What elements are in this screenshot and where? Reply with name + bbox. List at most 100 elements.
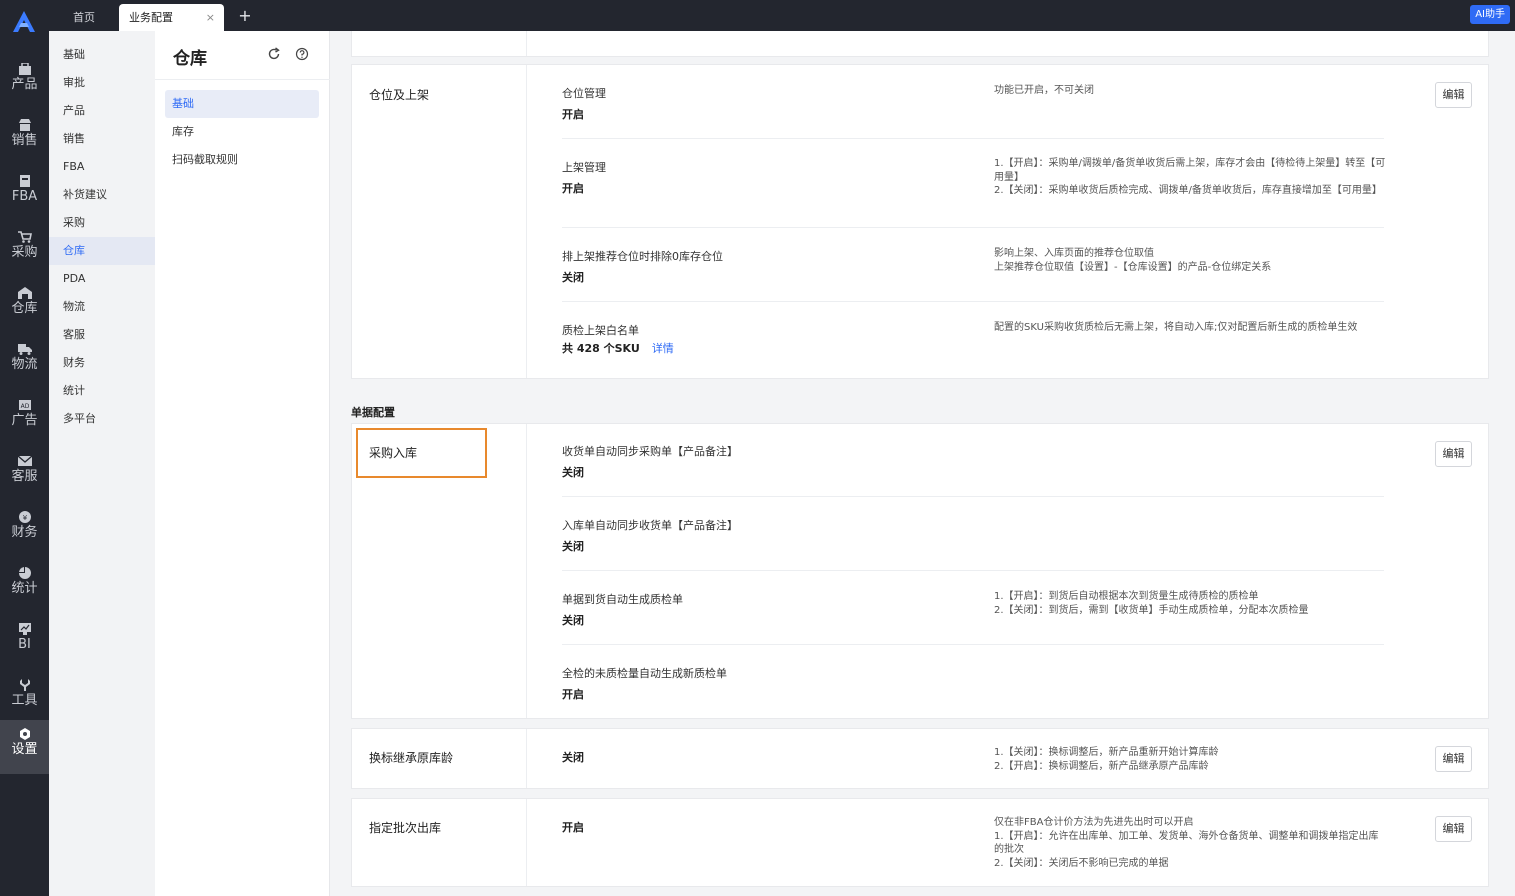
setting-title: 上架管理: [562, 161, 606, 174]
rail-item-bi[interactable]: BI: [0, 615, 49, 669]
setting-description: 1.【开启】：采购单/调拨单/备货单收货后需上架，库存才会由【待检待上架量】转至…: [994, 157, 1386, 198]
subnav-item-basic[interactable]: 基础: [165, 90, 319, 118]
card-left-column: [352, 799, 527, 886]
close-icon[interactable]: ×: [206, 4, 215, 31]
nav2-item-service[interactable]: 客服: [49, 321, 155, 349]
rail-label: 财务: [11, 525, 38, 540]
rail-item-logistics[interactable]: 物流: [0, 335, 49, 389]
card-left-column: [352, 31, 527, 56]
rail-label: 仓库: [11, 301, 38, 316]
edit-button[interactable]: 编辑: [1435, 82, 1472, 108]
rail-label: 产品: [11, 77, 38, 92]
setting-title: 收货单自动同步采购单【产品备注】: [562, 445, 738, 458]
setting-title: 单据到货自动生成质检单: [562, 593, 683, 606]
setting-description: 配置的SKU采购收货质检后无需上架，将自动入库;仅对配置后新生成的质检单生效: [994, 321, 1386, 335]
setting-title: 质检上架白名单: [562, 324, 639, 337]
rail-item-purchase[interactable]: 采购: [0, 223, 49, 277]
edit-button[interactable]: 编辑: [1435, 816, 1472, 842]
divider: [155, 79, 330, 80]
subnav-item-inventory[interactable]: 库存: [165, 118, 319, 146]
desc-line: 仅在非FBA仓计价方法为先进先出时可以开启: [994, 817, 1194, 828]
rail-item-product[interactable]: 产品: [0, 55, 49, 109]
desc-line: 影响上架、入库页面的推荐仓位取值: [994, 248, 1154, 259]
ad-icon: AD: [18, 400, 31, 410]
rail-item-ads[interactable]: AD 广告: [0, 391, 49, 445]
desc-line: 配置的SKU采购收货质检后无需上架，将自动入库;仅对配置后新生成的质检单生效: [994, 322, 1358, 333]
finance-icon: ¥: [18, 511, 31, 523]
app-logo-icon[interactable]: [10, 8, 38, 34]
warehouse-subnav: 仓库 基础 库存 扫码截取规则: [155, 31, 330, 896]
rail-label: BI: [18, 637, 31, 652]
nav2-item-logistics[interactable]: 物流: [49, 293, 155, 321]
tab-business-config[interactable]: 业务配置 ×: [119, 4, 224, 31]
rail-item-service[interactable]: 客服: [0, 447, 49, 501]
setting-description: 影响上架、入库页面的推荐仓位取值 上架推荐仓位取值【设置】-【仓库设置】的产品-…: [994, 247, 1386, 274]
edit-button[interactable]: 编辑: [1435, 441, 1472, 467]
pie-chart-icon: [18, 567, 31, 579]
rail-item-finance[interactable]: ¥ 财务: [0, 503, 49, 557]
setting-value: 开启: [562, 821, 584, 834]
sku-count: 共 428 个SKU: [562, 342, 640, 355]
truck-icon: [17, 344, 32, 355]
left-rail: 产品 销售 FBA 采购 仓库 物流 AD 广告 客服 ¥ 财务 统计 BI 工…: [0, 0, 49, 896]
nav2-item-stats[interactable]: 统计: [49, 377, 155, 405]
row-divider: [562, 301, 1384, 302]
rail-item-tools[interactable]: 工具: [0, 671, 49, 725]
setting-description: 功能已开启，不可关闭: [994, 84, 1386, 98]
setting-title: 入库单自动同步收货单【产品备注】: [562, 519, 738, 532]
rail-label: 统计: [11, 581, 38, 596]
rail-item-fba[interactable]: FBA: [0, 167, 49, 221]
nav2-item-multiplatform[interactable]: 多平台: [49, 405, 155, 433]
setting-value: 开启: [562, 182, 584, 195]
setting-title: 排上架推荐仓位时排除0库存仓位: [562, 250, 723, 263]
nav2-item-basic[interactable]: 基础: [49, 41, 155, 69]
purchase-inbound-card: 采购入库 编辑 收货单自动同步采购单【产品备注】 关闭 入库单自动同步收货单【产…: [351, 423, 1489, 719]
nav2-item-approval[interactable]: 审批: [49, 69, 155, 97]
edit-button[interactable]: 编辑: [1435, 746, 1472, 772]
top-tab-bar: 首页 业务配置 × + AI助手: [49, 0, 1515, 31]
nav2-item-pda[interactable]: PDA: [49, 265, 155, 293]
section-title: 换标继承原库龄: [369, 751, 454, 765]
desc-line: 2.【关闭】：关闭后不影响已完成的单据: [994, 857, 1169, 869]
desc-line: 功能已开启，不可关闭: [994, 85, 1094, 96]
warehouse-icon: [17, 287, 32, 299]
rail-item-warehouse[interactable]: 仓库: [0, 279, 49, 333]
nav2-item-sales[interactable]: 销售: [49, 125, 155, 153]
details-link[interactable]: 详情: [652, 342, 674, 355]
tab-label: 业务配置: [129, 11, 173, 24]
subnav-item-scan-rules[interactable]: 扫码截取规则: [165, 146, 319, 174]
desc-line: 2.【关闭】：到货后，需到【收货单】手动生成质检单，分配本次质检量: [994, 604, 1309, 616]
rail-label: 工具: [11, 693, 38, 708]
sales-icon: [18, 119, 31, 131]
batch-outbound-card: 指定批次出库 开启 仅在非FBA仓计价方法为先进先出时可以开启 1.【开启】：允…: [351, 798, 1489, 887]
desc-line: 1.【关闭】：换标调整后，新产品重新开始计算库龄: [994, 747, 1219, 758]
row-divider: [562, 570, 1384, 571]
rail-item-sales[interactable]: 销售: [0, 111, 49, 165]
nav2-item-product[interactable]: 产品: [49, 97, 155, 125]
setting-title: 全检的未质检量自动生成新质检单: [562, 667, 727, 680]
rail-item-stats[interactable]: 统计: [0, 559, 49, 613]
setting-title: 仓位管理: [562, 87, 606, 100]
nav2-item-warehouse[interactable]: 仓库: [49, 237, 155, 265]
rail-item-settings[interactable]: 设置: [0, 720, 49, 774]
setting-value: 开启: [562, 108, 584, 121]
rail-label: FBA: [11, 189, 38, 204]
nav2-item-fba[interactable]: FBA: [49, 153, 155, 181]
add-tab-icon[interactable]: +: [238, 5, 252, 27]
tools-icon: [19, 679, 30, 691]
row-divider: [562, 496, 1384, 497]
setting-value: 关闭: [562, 614, 584, 627]
mail-icon: [17, 455, 32, 466]
tab-home[interactable]: 首页: [63, 4, 105, 31]
relabel-age-card: 换标继承原库龄 关闭 1.【关闭】：换标调整后，新产品重新开始计算库龄 2.【开…: [351, 728, 1489, 789]
nav2-item-purchase[interactable]: 采购: [49, 209, 155, 237]
nav2-item-finance[interactable]: 财务: [49, 349, 155, 377]
page-title: 仓库: [173, 49, 207, 69]
help-icon[interactable]: [295, 47, 309, 61]
nav2-item-replenishment[interactable]: 补货建议: [49, 181, 155, 209]
refresh-icon[interactable]: [267, 47, 281, 61]
ai-assistant-button[interactable]: AI助手: [1470, 5, 1510, 24]
setting-description: 1.【关闭】：换标调整后，新产品重新开始计算库龄 2.【开启】：换标调整后，新产…: [994, 746, 1386, 773]
previous-card: [351, 31, 1489, 57]
rail-label: 设置: [11, 742, 38, 757]
